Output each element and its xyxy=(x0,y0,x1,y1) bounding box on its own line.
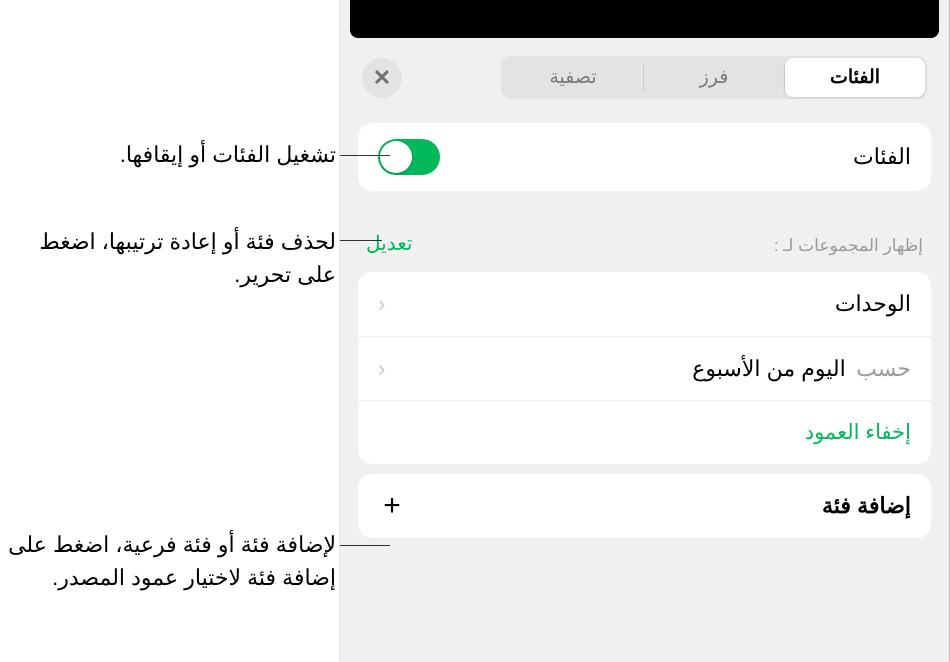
group-row-label: الوحدات xyxy=(835,291,911,317)
tab-bar: الفئات فرز تصفية xyxy=(501,56,927,99)
add-category-row[interactable]: إضافة فئة + xyxy=(358,474,931,538)
device-bezel xyxy=(350,0,939,38)
panel-frame: الفئات فرز تصفية ✕ الفئات إظهار المجموعا… xyxy=(339,0,950,662)
tab-separator xyxy=(643,64,644,91)
categories-toggle[interactable] xyxy=(378,139,440,175)
callout-edit: لحذف فئة أو إعادة ترتيبها، اضغط على تحري… xyxy=(6,225,336,291)
group-row-by-wrapper: حسب اليوم من الأسبوع xyxy=(692,356,911,382)
callout-lead xyxy=(340,240,382,241)
callout-toggle: تشغيل الفئات أو إيقافها. xyxy=(6,138,336,171)
close-button[interactable]: ✕ xyxy=(362,58,402,98)
tab-sort[interactable]: فرز xyxy=(644,58,784,97)
close-icon: ✕ xyxy=(373,65,391,91)
toggle-knob xyxy=(380,141,412,173)
top-bar: الفئات فرز تصفية ✕ xyxy=(340,38,949,113)
chevron-left-icon: ‹ xyxy=(378,356,385,382)
group-row-units[interactable]: الوحدات ‹ xyxy=(358,272,931,336)
group-row-value: اليوم من الأسبوع xyxy=(692,356,845,381)
groups-list-card: الوحدات ‹ حسب اليوم من الأسبوع ‹ إخفاء ا… xyxy=(358,272,931,464)
hide-column-row[interactable]: إخفاء العمود xyxy=(358,400,931,464)
chevron-left-icon: ‹ xyxy=(378,291,385,317)
groups-section-header: إظهار المجموعات لـ : تعديل xyxy=(340,201,949,262)
categories-toggle-row: الفئات xyxy=(358,123,931,191)
callout-lead xyxy=(340,155,390,156)
tab-filter[interactable]: تصفية xyxy=(503,58,643,97)
tab-categories[interactable]: الفئات xyxy=(785,58,925,97)
hide-column-label: إخفاء العمود xyxy=(805,420,911,445)
callouts-layer: تشغيل الفئات أو إيقافها. لحذف فئة أو إعا… xyxy=(0,0,360,662)
categories-label: الفئات xyxy=(853,144,911,170)
edit-button[interactable]: تعديل xyxy=(366,231,412,256)
callout-add: لإضافة فئة أو فئة فرعية، اضغط على إضافة … xyxy=(6,528,336,594)
categories-toggle-card: الفئات xyxy=(358,123,931,191)
add-category-label: إضافة فئة xyxy=(822,493,911,519)
add-category-card: إضافة فئة + xyxy=(358,474,931,538)
tab-separator xyxy=(784,64,785,91)
groups-header-label: إظهار المجموعات لـ : xyxy=(774,236,923,256)
callout-lead xyxy=(340,545,390,546)
plus-icon: + xyxy=(378,492,406,520)
group-row-prefix: حسب xyxy=(856,356,911,381)
group-row-by-day[interactable]: حسب اليوم من الأسبوع ‹ xyxy=(358,336,931,400)
